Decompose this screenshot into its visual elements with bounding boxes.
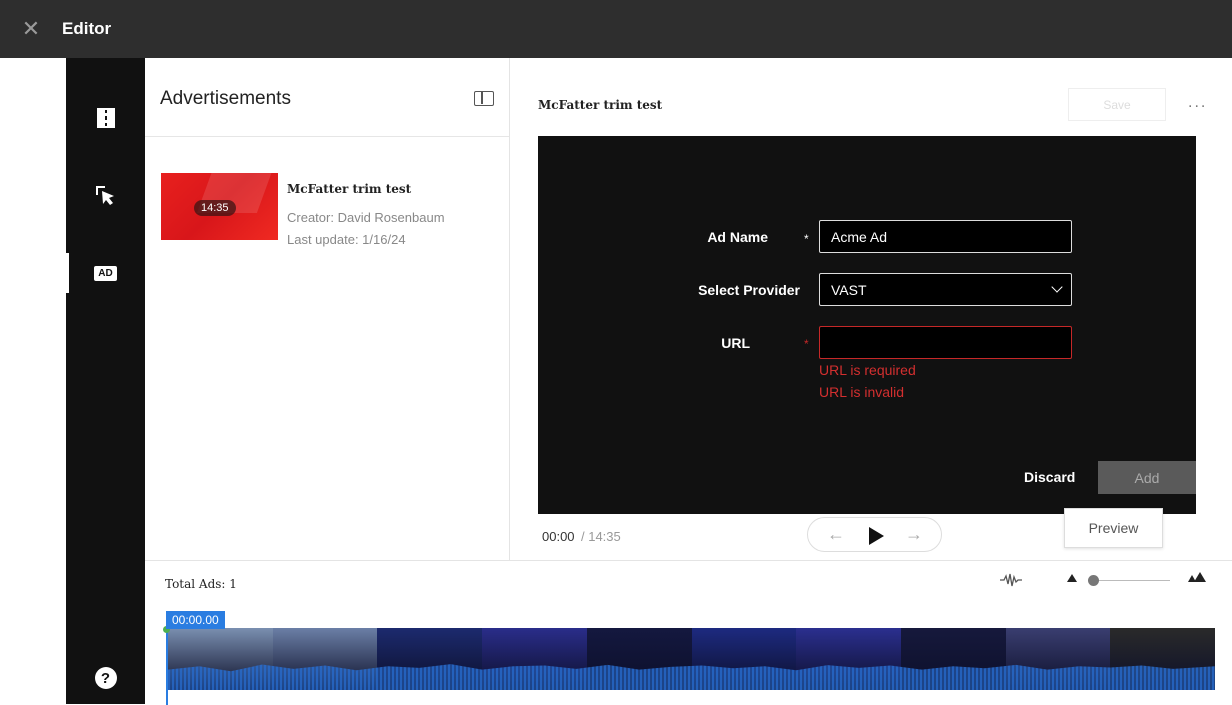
zoom-slider-track[interactable]: [1090, 580, 1170, 581]
ad-thumbnail: 14:35: [161, 173, 278, 240]
zoom-in-icon[interactable]: [1194, 572, 1206, 582]
provider-value: VAST: [831, 281, 867, 298]
current-time: 00:00: [542, 529, 575, 544]
ad-item-creator: Creator: David Rosenbaum: [287, 210, 445, 225]
zoom-slider-handle[interactable]: [1088, 575, 1099, 586]
close-icon[interactable]: ✕: [0, 0, 62, 58]
ad-icon[interactable]: AD: [66, 253, 145, 293]
provider-label: Select Provider: [698, 282, 800, 298]
playhead-time: 00:00.00: [166, 611, 225, 629]
chapters-icon-glyph: [96, 108, 115, 128]
url-required-mark: *: [804, 337, 809, 351]
step-forward-icon[interactable]: →: [905, 524, 923, 545]
chapters-icon[interactable]: [66, 98, 145, 138]
provider-select[interactable]: VAST: [819, 273, 1072, 306]
waveform-icon[interactable]: [1000, 573, 1022, 587]
total-ads-count: Total Ads: 1: [165, 577, 237, 591]
sidebar: AD ?: [66, 58, 145, 704]
url-label: URL: [721, 335, 750, 351]
help-badge: ?: [94, 667, 117, 689]
ads-header: Advertisements: [145, 58, 509, 137]
ad-badge: AD: [94, 265, 117, 281]
ads-title: Advertisements: [160, 88, 291, 109]
playhead-line[interactable]: [166, 629, 168, 705]
editor-area: McFatter trim test Save ... Ad Name * Ac…: [511, 58, 1232, 560]
app-title: Editor: [62, 19, 112, 38]
add-button[interactable]: Add: [1098, 461, 1196, 494]
discard-button[interactable]: Discard: [1024, 469, 1075, 485]
more-options-icon[interactable]: ...: [1188, 94, 1207, 112]
editor-title: McFatter trim test: [538, 98, 663, 112]
step-back-icon[interactable]: ←: [827, 524, 845, 545]
interactive-icon[interactable]: [66, 175, 145, 215]
ad-name-value: Acme Ad: [831, 228, 888, 245]
transport-controls: ← →: [807, 517, 942, 552]
ad-item-title: McFatter trim test: [287, 182, 412, 196]
left-gutter: [0, 58, 66, 704]
ad-name-label: Ad Name: [707, 229, 768, 245]
ad-list-item[interactable]: 14:35 McFatter trim test Creator: David …: [161, 173, 491, 247]
ad-name-required-mark: *: [804, 232, 809, 246]
url-error-invalid: URL is invalid: [819, 384, 905, 400]
ad-item-last-update: Last update: 1/16/24: [287, 232, 406, 247]
cursor-click-icon: [95, 186, 114, 205]
total-time: / 14:35: [581, 529, 621, 544]
panel-toggle-icon[interactable]: [474, 91, 494, 106]
preview-button[interactable]: Preview: [1064, 508, 1163, 548]
ad-name-input[interactable]: Acme Ad: [819, 220, 1072, 253]
chevron-down-icon: [1051, 281, 1063, 293]
save-button[interactable]: Save: [1068, 88, 1166, 121]
zoom-out-icon[interactable]: [1067, 574, 1077, 582]
url-input[interactable]: [819, 326, 1072, 359]
thumbnail-duration: 14:35: [194, 200, 236, 216]
play-icon[interactable]: [869, 527, 884, 545]
help-icon[interactable]: ?: [66, 658, 145, 698]
ad-form-player: Ad Name * Acme Ad Select Provider VAST U…: [538, 136, 1196, 514]
timeline: Total Ads: 1 00:00.00: [145, 560, 1232, 705]
url-error-required: URL is required: [819, 362, 916, 378]
app-header: ✕ Editor: [0, 0, 1232, 58]
advertisements-panel: Advertisements 14:35 McFatter trim test …: [145, 58, 510, 560]
